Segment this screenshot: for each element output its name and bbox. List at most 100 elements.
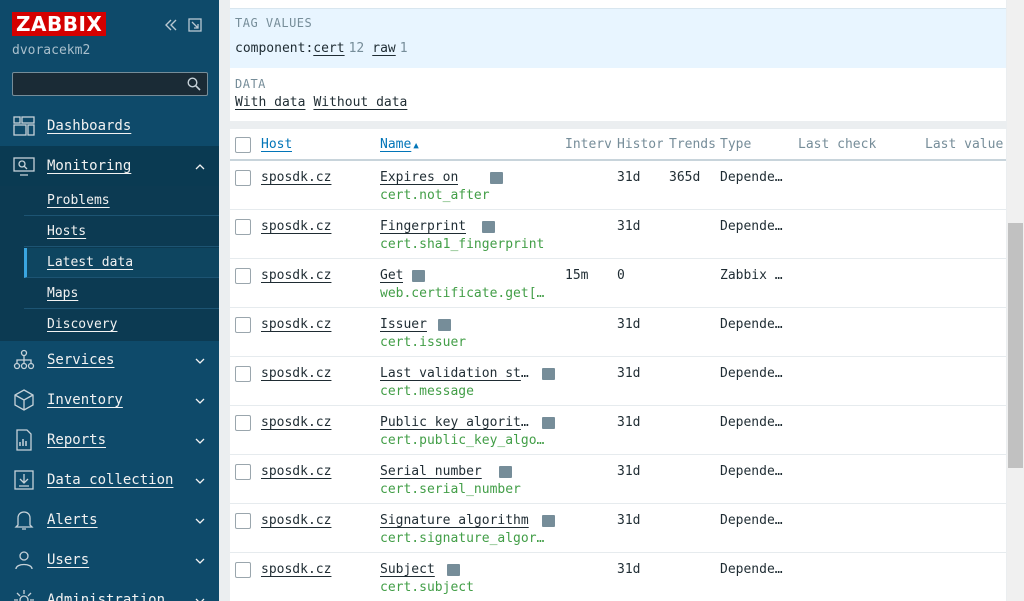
row-checkbox[interactable] <box>235 317 251 333</box>
menu-users[interactable]: Users <box>0 540 219 580</box>
row-checkbox[interactable] <box>235 513 251 529</box>
tag-values-row: component:cert 12 raw 1 <box>235 41 416 56</box>
menu-services[interactable]: Services <box>0 340 219 380</box>
monitoring-icon <box>13 157 35 176</box>
column-host[interactable]: Host <box>261 137 292 152</box>
host-link[interactable]: sposdk.cz <box>261 513 331 528</box>
trends-cell: 365d <box>669 170 701 185</box>
users-icon <box>15 551 33 570</box>
table-row: sposdk.cz Public key algorithm cert.public… <box>230 406 1006 455</box>
item-key: cert.signature_algor… <box>380 531 545 546</box>
host-link[interactable]: sposdk.cz <box>261 366 331 381</box>
tag-value-cert[interactable]: cert <box>313 41 344 56</box>
submenu-label: Problems <box>47 193 110 208</box>
chevron-down-icon <box>195 358 205 364</box>
data-collection-icon <box>14 470 34 490</box>
row-checkbox[interactable] <box>235 562 251 578</box>
menu-label: Monitoring <box>47 158 132 174</box>
description-icon[interactable] <box>542 417 555 429</box>
item-name-link[interactable]: Fingerprint <box>380 219 466 234</box>
main-content: TAG VALUES component:cert 12 raw 1 DATA Wit… <box>219 0 1024 601</box>
submenu-hosts[interactable]: Hosts <box>24 217 219 247</box>
inventory-icon <box>14 389 34 411</box>
item-name-link[interactable]: Serial number <box>380 464 482 479</box>
tag-values-label: TAG VALUES <box>235 16 313 30</box>
table-row: sposdk.cz Get web.certificate.get[… 15m 0 Zab… <box>230 259 1006 308</box>
description-icon[interactable] <box>542 515 555 527</box>
item-name-link[interactable]: Last validation status <box>380 366 536 381</box>
row-checkbox[interactable] <box>235 464 251 480</box>
menu-label: Users <box>47 552 90 568</box>
item-name-link[interactable]: Issuer <box>380 317 427 332</box>
services-icon <box>13 349 35 370</box>
history-cell: 31d <box>617 464 641 479</box>
item-name-link[interactable]: Signature algorithm <box>380 513 529 528</box>
sort-asc-icon: ▲ <box>413 141 419 151</box>
host-link[interactable]: sposdk.cz <box>261 415 331 430</box>
column-last-value: Last value <box>925 137 1004 152</box>
description-icon[interactable] <box>412 270 426 282</box>
search-icon[interactable] <box>187 77 201 91</box>
table-row: sposdk.cz Fingerprint cert.sha1_fingerprin… <box>230 210 1006 259</box>
with-data-link[interactable]: With data <box>235 95 305 110</box>
zabbix-logo[interactable]: ZABBIX <box>12 12 107 36</box>
host-link[interactable]: sposdk.cz <box>261 464 331 479</box>
submenu-latest-data[interactable]: Latest data <box>24 248 219 278</box>
row-checkbox[interactable] <box>235 219 251 235</box>
history-cell: 31d <box>617 415 641 430</box>
item-name-link[interactable]: Subject <box>380 562 435 577</box>
host-link[interactable]: sposdk.cz <box>261 562 331 577</box>
menu-administration[interactable]: Administration <box>0 580 219 601</box>
description-icon[interactable] <box>438 319 452 331</box>
row-checkbox[interactable] <box>235 170 251 186</box>
description-icon[interactable] <box>542 368 555 380</box>
description-icon[interactable] <box>490 172 504 184</box>
menu-alerts[interactable]: Alerts <box>0 500 219 540</box>
filter-panel: TAG VALUES component:cert 12 raw 1 DATA Wit… <box>230 0 1006 121</box>
row-checkbox[interactable] <box>235 268 251 284</box>
history-cell: 0 <box>617 268 625 283</box>
select-all-checkbox[interactable] <box>235 137 251 153</box>
submenu-discovery[interactable]: Discovery <box>24 310 219 340</box>
chevron-down-icon <box>195 398 205 404</box>
type-cell: Dependent item <box>720 170 788 185</box>
description-icon[interactable] <box>499 466 513 478</box>
table-row: sposdk.cz Expires on cert.not_after 31d 365d… <box>230 161 1006 210</box>
type-cell: Dependent item <box>720 562 788 577</box>
tag-value-raw[interactable]: raw <box>372 41 395 56</box>
collapse-sidebar-icon[interactable] <box>164 18 178 32</box>
item-name-link[interactable]: Expires on <box>380 170 458 185</box>
item-name-link[interactable]: Get <box>380 268 403 283</box>
kiosk-mode-icon[interactable] <box>188 18 202 32</box>
table-row: sposdk.cz Signature algorithm cert.signatu… <box>230 504 1006 553</box>
table-row: sposdk.cz Subject cert.subject 31d Dependent… <box>230 553 1006 601</box>
menu-monitoring[interactable]: Monitoring <box>0 146 219 186</box>
submenu-maps[interactable]: Maps <box>24 279 219 309</box>
sidebar-search-input[interactable] <box>13 73 183 95</box>
menu-data-collection[interactable]: Data collection <box>0 460 219 500</box>
item-key: cert.public_key_algo… <box>380 433 545 448</box>
scrollbar-thumb[interactable] <box>1008 223 1023 468</box>
description-icon[interactable] <box>481 221 495 233</box>
host-link[interactable]: sposdk.cz <box>261 170 331 185</box>
row-checkbox[interactable] <box>235 415 251 431</box>
item-name-link[interactable]: Public key algorithm <box>380 415 536 430</box>
menu-reports[interactable]: Reports <box>0 420 219 460</box>
submenu-problems[interactable]: Problems <box>24 186 219 216</box>
column-name[interactable]: Name ▲ <box>380 137 419 152</box>
host-link[interactable]: sposdk.cz <box>261 219 331 234</box>
dashboards-icon <box>13 116 35 136</box>
type-cell: Zabbix agent <box>720 268 788 283</box>
table-row: sposdk.cz Issuer cert.issuer 31d Dependent i… <box>230 308 1006 357</box>
row-checkbox[interactable] <box>235 366 251 382</box>
without-data-link[interactable]: Without data <box>313 95 407 110</box>
chevron-down-icon <box>195 558 205 564</box>
column-history: History <box>617 137 663 152</box>
description-icon[interactable] <box>446 564 460 576</box>
host-link[interactable]: sposdk.cz <box>261 317 331 332</box>
host-link[interactable]: sposdk.cz <box>261 268 331 283</box>
sidebar: ZABBIX dvoracekm2 Dashboards Monitoring … <box>0 0 219 601</box>
username: dvoracekm2 <box>12 43 91 58</box>
menu-dashboards[interactable]: Dashboards <box>0 106 219 146</box>
menu-inventory[interactable]: Inventory <box>0 380 219 420</box>
